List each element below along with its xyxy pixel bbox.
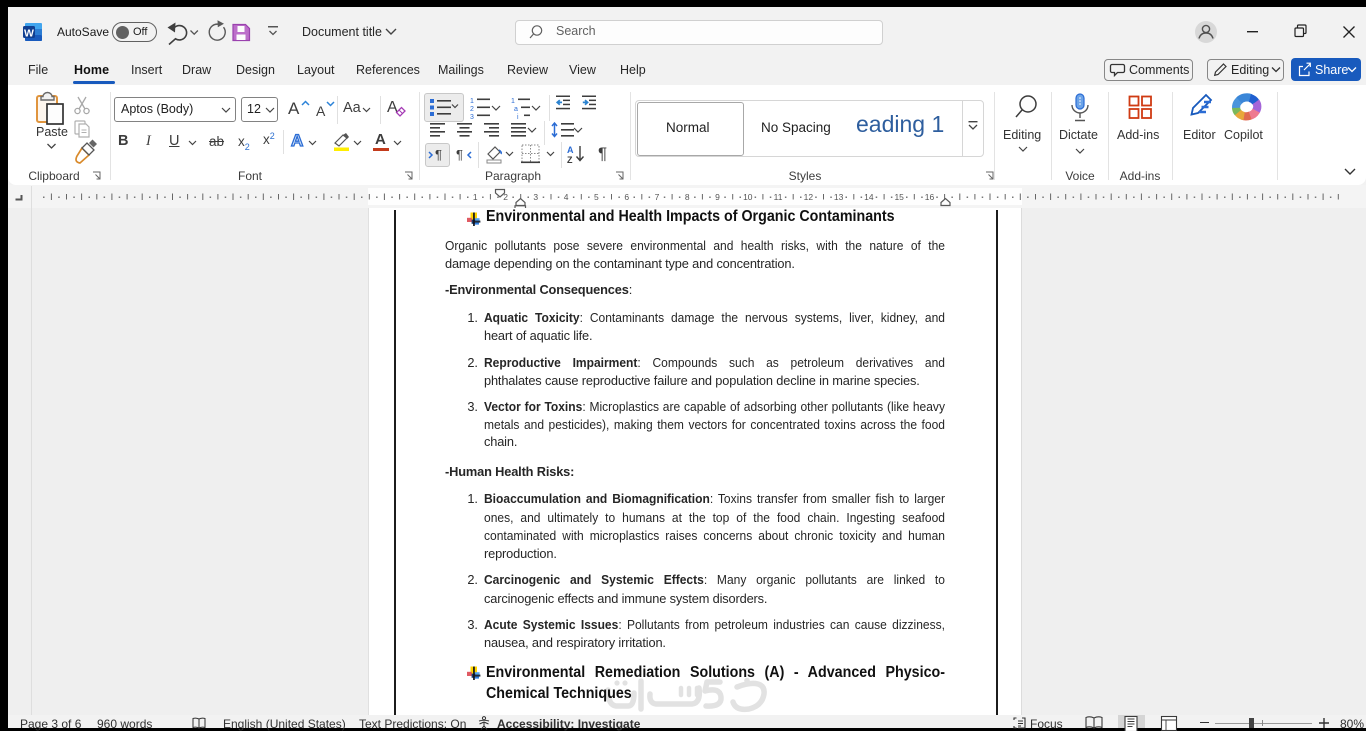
svg-text:1: 1 (473, 192, 478, 202)
svg-text:10: 10 (743, 192, 753, 202)
svg-text:8: 8 (685, 192, 690, 202)
svg-text:7: 7 (655, 192, 660, 202)
svg-text:5: 5 (594, 192, 599, 202)
svg-text:14: 14 (864, 192, 874, 202)
svg-text:15: 15 (894, 192, 904, 202)
svg-text:11: 11 (774, 192, 783, 202)
svg-text:4: 4 (564, 192, 569, 202)
svg-text:12: 12 (804, 192, 814, 202)
svg-text:3: 3 (533, 192, 538, 202)
svg-text:6: 6 (624, 192, 629, 202)
svg-text:16: 16 (925, 192, 935, 202)
svg-text:9: 9 (715, 192, 720, 202)
svg-text:13: 13 (834, 192, 844, 202)
